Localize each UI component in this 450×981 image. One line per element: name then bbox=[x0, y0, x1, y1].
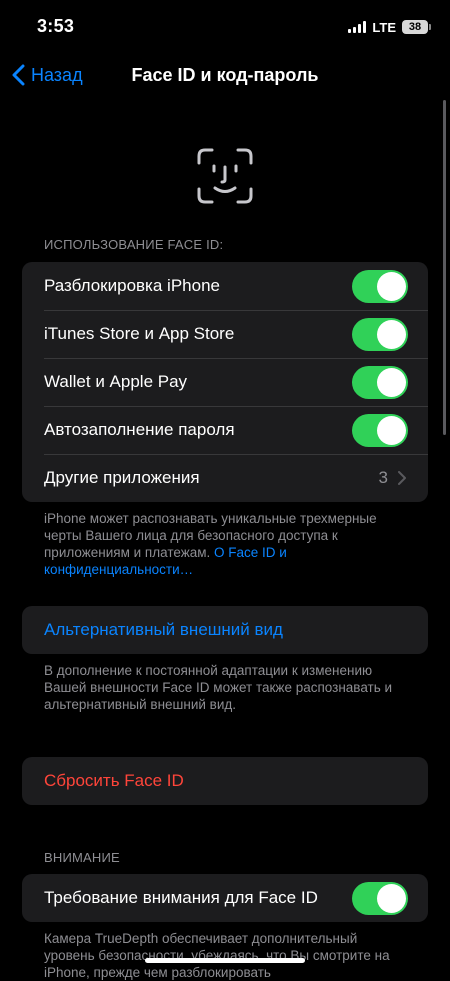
face-id-icon bbox=[197, 148, 253, 204]
row-label: Автозаполнение пароля bbox=[44, 420, 235, 439]
toggle-password-autofill[interactable] bbox=[352, 413, 408, 447]
attention-footer: Камера TrueDepth обеспечивает дополнител… bbox=[44, 931, 390, 980]
row-wallet-apple-pay: Wallet и Apple Pay bbox=[22, 358, 428, 406]
toggle-unlock-iphone[interactable] bbox=[352, 269, 408, 303]
cellular-signal-icon bbox=[348, 21, 367, 33]
use-face-id-footer: iPhone может распознавать уникальные тре… bbox=[44, 510, 394, 578]
reset-face-id-group: Сбросить Face ID bbox=[22, 757, 428, 805]
row-password-autofill: Автозаполнение пароля bbox=[22, 406, 428, 454]
row-label: Wallet и Apple Pay bbox=[44, 372, 188, 391]
other-apps-count: 3 bbox=[378, 468, 388, 487]
status-bar: 3:53 LTE 38 bbox=[0, 0, 450, 54]
network-type: LTE bbox=[372, 19, 396, 35]
chevron-left-icon bbox=[12, 64, 25, 86]
toggle-wallet-apple-pay[interactable] bbox=[352, 365, 408, 399]
use-face-id-group: Разблокировка iPhone iTunes Store и App … bbox=[22, 262, 428, 502]
row-label: Другие приложения bbox=[44, 468, 200, 487]
battery-icon: 38 bbox=[402, 20, 431, 34]
battery-level: 38 bbox=[408, 21, 422, 33]
back-button[interactable]: Назад bbox=[12, 64, 83, 86]
row-require-attention: Требование внимания для Face ID bbox=[22, 874, 428, 922]
toggle-require-attention[interactable] bbox=[352, 881, 408, 915]
chevron-right-icon bbox=[398, 471, 406, 485]
row-unlock-iphone: Разблокировка iPhone bbox=[22, 262, 428, 310]
row-itunes-app-store: iTunes Store и App Store bbox=[22, 310, 428, 358]
reset-face-id-button[interactable]: Сбросить Face ID bbox=[22, 757, 428, 805]
reset-face-id-label: Сбросить Face ID bbox=[44, 771, 184, 790]
footer-text: iPhone может распознавать уникальные тре… bbox=[44, 511, 377, 560]
alternate-appearance-footer: В дополнение к постоянной адаптации к из… bbox=[44, 663, 393, 712]
row-label: iTunes Store и App Store bbox=[44, 324, 235, 343]
attention-group: Требование внимания для Face ID bbox=[22, 874, 428, 922]
home-indicator bbox=[145, 958, 305, 963]
toggle-itunes-app-store[interactable] bbox=[352, 317, 408, 351]
alternate-appearance-label: Альтернативный внешний вид bbox=[44, 620, 283, 639]
row-label: Разблокировка iPhone bbox=[44, 276, 220, 295]
status-time: 3:53 bbox=[37, 16, 75, 36]
alternate-appearance-group: Альтернативный внешний вид bbox=[22, 606, 428, 654]
row-label: Требование внимания для Face ID bbox=[44, 888, 318, 907]
alternate-appearance-button[interactable]: Альтернативный внешний вид bbox=[22, 606, 428, 654]
section-header-use-face-id: ИСПОЛЬЗОВАНИЕ FACE ID: bbox=[44, 237, 224, 252]
row-other-apps[interactable]: Другие приложения 3 bbox=[22, 454, 428, 502]
status-icons: LTE 38 bbox=[348, 18, 431, 36]
navigation-bar: Назад Face ID и код-пароль bbox=[0, 56, 450, 96]
back-label: Назад bbox=[31, 64, 83, 85]
scrollbar[interactable] bbox=[443, 100, 446, 435]
section-header-attention: ВНИМАНИЕ bbox=[44, 850, 120, 865]
